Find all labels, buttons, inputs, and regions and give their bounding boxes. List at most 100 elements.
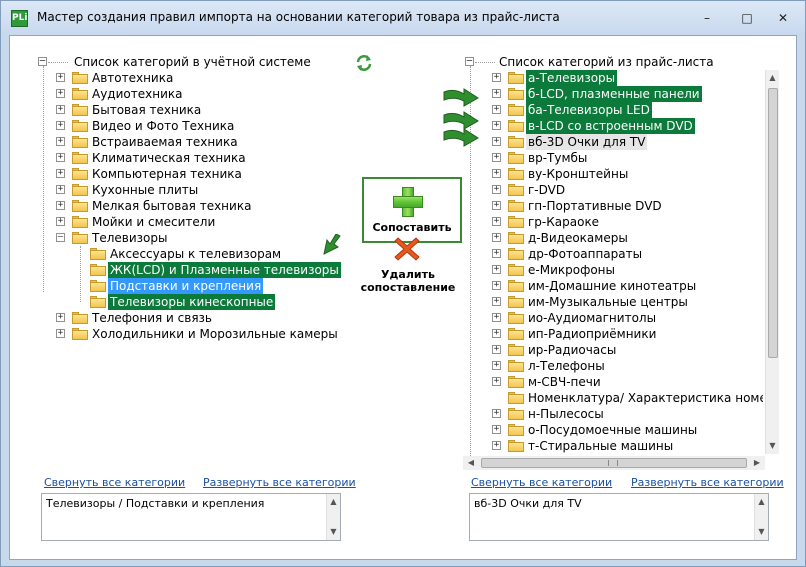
left-collapse-all-link[interactable]: Свернуть все категории [44, 476, 185, 489]
arrow-right-icon [443, 128, 479, 147]
right-selected-path-box[interactable]: вб-3D Очки для TV ▲ ▼ [469, 493, 769, 541]
tree-node-label: Кухонные плиты [92, 183, 199, 197]
right-expand-all-link[interactable]: Развернуть все категории [631, 476, 784, 489]
expand-icon[interactable]: + [56, 105, 65, 114]
right-path-scrollbar[interactable]: ▲ ▼ [754, 494, 768, 540]
expand-icon[interactable]: + [492, 265, 501, 274]
scroll-down-icon[interactable]: ▼ [766, 438, 779, 454]
folder-icon [90, 280, 106, 292]
folder-icon [72, 216, 88, 228]
refresh-icon[interactable] [355, 54, 373, 72]
scroll-up-icon[interactable]: ▲ [327, 494, 340, 510]
expand-icon[interactable]: + [56, 169, 65, 178]
expand-icon[interactable]: + [492, 169, 501, 178]
expand-icon[interactable]: + [492, 137, 501, 146]
delete-x-icon[interactable] [392, 234, 422, 264]
close-button[interactable]: ✕ [773, 9, 793, 27]
expand-icon[interactable]: + [492, 73, 501, 82]
expand-icon[interactable]: + [492, 361, 501, 370]
folder-icon [508, 104, 524, 116]
maximize-button[interactable]: □ [737, 9, 757, 27]
folder-icon [72, 136, 88, 148]
expand-icon[interactable]: + [492, 297, 501, 306]
right-collapse-all-link[interactable]: Свернуть все категории [471, 476, 612, 489]
tree-node-label: о-Посудомоечные машины [528, 423, 698, 437]
expand-icon[interactable]: + [56, 73, 65, 82]
folder-icon [508, 344, 524, 356]
minimize-button[interactable]: – [697, 9, 717, 27]
expand-icon[interactable]: + [492, 409, 501, 418]
scroll-down-icon[interactable]: ▼ [327, 524, 340, 540]
expand-icon[interactable]: + [492, 185, 501, 194]
tree-node-label: Мойки и смесители [92, 215, 216, 229]
folder-icon [508, 360, 524, 372]
left-selected-path-box[interactable]: Телевизоры / Подставки и крепления ▲ ▼ [41, 493, 341, 541]
expand-icon[interactable]: + [492, 121, 501, 130]
expand-icon[interactable]: + [56, 329, 65, 338]
expand-icon[interactable]: + [56, 153, 65, 162]
scroll-left-icon[interactable]: ◀ [463, 455, 479, 471]
expand-icon[interactable]: + [492, 313, 501, 322]
folder-icon [72, 88, 88, 100]
delete-mapping-label-2: сопоставление [360, 281, 456, 294]
tree-node-label: гп-Портативные DVD [528, 199, 662, 213]
expand-icon[interactable]: + [492, 249, 501, 258]
expand-icon[interactable]: + [56, 185, 65, 194]
right-category-tree[interactable]: + а-Телевизоры + б-LCD, плазменные панели + б… [450, 36, 763, 456]
expand-icon[interactable]: + [56, 201, 65, 210]
tree-node-label: н-Пылесосы [528, 407, 604, 421]
folder-icon [508, 440, 524, 452]
tree-node-label: ЖК(LCD) и Плазменные телевизоры [108, 262, 341, 278]
collapse-icon[interactable]: – [56, 233, 65, 242]
expand-icon[interactable]: + [492, 201, 501, 210]
folder-icon [508, 184, 524, 196]
folder-icon [508, 312, 524, 324]
tree-node-label: Холодильники и Морозильные камеры [92, 327, 338, 341]
folder-icon [508, 424, 524, 436]
expand-icon[interactable]: + [56, 217, 65, 226]
expand-icon[interactable]: + [56, 121, 65, 130]
expand-icon[interactable]: + [492, 233, 501, 242]
scroll-up-icon[interactable]: ▲ [766, 70, 779, 86]
app-icon: PLi [11, 10, 28, 27]
expand-icon[interactable]: + [492, 89, 501, 98]
tree-node-label: м-СВЧ-печи [528, 375, 601, 389]
expand-icon[interactable]: + [492, 345, 501, 354]
expand-icon[interactable]: + [56, 313, 65, 322]
left-path-scrollbar[interactable]: ▲ ▼ [326, 494, 340, 540]
expand-icon[interactable]: + [492, 217, 501, 226]
tree-node-label: Компьютерная техника [92, 167, 242, 181]
right-tree-vscrollbar[interactable]: ▲ ▼ [765, 70, 779, 454]
tree-node-label: Аксессуары к телевизорам [110, 247, 282, 261]
folder-icon [508, 72, 524, 84]
folder-icon [508, 136, 524, 148]
expand-icon[interactable]: + [492, 329, 501, 338]
left-expand-all-link[interactable]: Развернуть все категории [203, 476, 356, 489]
delete-mapping-label-1: Удалить [381, 268, 435, 281]
expand-icon[interactable]: + [492, 441, 501, 450]
left-category-tree[interactable]: + Автотехника + Аудиотехника + Бытовая техник… [10, 36, 341, 456]
right-tree-hscrollbar[interactable]: ◀ ▶ [463, 456, 765, 470]
tree-node-label: Встраиваемая техника [92, 135, 238, 149]
folder-icon [72, 152, 88, 164]
expand-icon[interactable]: + [492, 425, 501, 434]
folder-icon [508, 200, 524, 212]
left-selected-path: Телевизоры / Подставки и крепления [46, 497, 265, 510]
folder-icon [508, 216, 524, 228]
expand-icon[interactable]: + [492, 377, 501, 386]
scroll-down-icon[interactable]: ▼ [755, 524, 768, 540]
scroll-right-icon[interactable]: ▶ [749, 455, 765, 471]
expand-icon[interactable]: + [56, 89, 65, 98]
expand-icon[interactable]: + [56, 137, 65, 146]
scroll-thumb[interactable] [768, 88, 778, 358]
folder-icon [508, 328, 524, 340]
delete-mapping-button[interactable]: Удалить сопоставление [358, 268, 458, 294]
expand-icon[interactable]: + [492, 281, 501, 290]
folder-icon [508, 280, 524, 292]
folder-icon [90, 296, 106, 308]
scroll-up-icon[interactable]: ▲ [755, 494, 768, 510]
expand-icon[interactable]: + [492, 153, 501, 162]
tree-node-label: а-Телевизоры [526, 70, 618, 86]
hscroll-thumb[interactable] [481, 458, 747, 468]
expand-icon[interactable]: + [492, 105, 501, 114]
